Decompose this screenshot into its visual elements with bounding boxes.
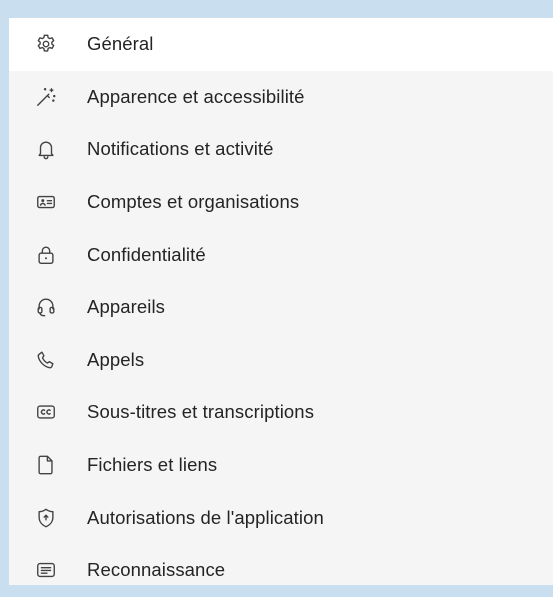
menu-item-label: Fichiers et liens	[87, 454, 218, 476]
menu-item-files[interactable]: Fichiers et liens	[9, 439, 553, 492]
settings-menu: Général Apparence et accessibilité Notif…	[9, 18, 553, 597]
menu-item-label: Confidentialité	[87, 243, 206, 265]
menu-item-label: Sous-titres et transcriptions	[87, 401, 315, 423]
menu-item-general[interactable]: Général	[9, 18, 553, 71]
recognition-card-icon	[35, 559, 57, 581]
menu-item-app-permissions[interactable]: Autorisations de l'application	[9, 491, 553, 544]
lock-icon	[35, 244, 57, 266]
menu-item-accounts[interactable]: Comptes et organisations	[9, 176, 553, 229]
menu-item-captions[interactable]: Sous-titres et transcriptions	[9, 386, 553, 439]
menu-item-label: Général	[87, 33, 154, 55]
menu-item-recognition[interactable]: Reconnaissance	[9, 544, 553, 597]
menu-item-label: Comptes et organisations	[87, 191, 300, 213]
contact-card-icon	[35, 191, 57, 213]
menu-item-label: Appels	[87, 348, 145, 370]
menu-item-label: Reconnaissance	[87, 559, 226, 581]
closed-caption-icon	[35, 401, 57, 423]
menu-item-label: Appareils	[87, 296, 166, 318]
menu-item-calls[interactable]: Appels	[9, 334, 553, 387]
shield-icon	[35, 507, 57, 529]
magic-wand-icon	[35, 86, 57, 108]
gear-icon	[35, 33, 57, 55]
menu-item-notifications[interactable]: Notifications et activité	[9, 123, 553, 176]
menu-item-privacy[interactable]: Confidentialité	[9, 228, 553, 281]
headset-icon	[35, 296, 57, 318]
menu-item-label: Apparence et accessibilité	[87, 85, 305, 107]
menu-item-devices[interactable]: Appareils	[9, 281, 553, 334]
phone-icon	[35, 349, 57, 371]
menu-item-appearance[interactable]: Apparence et accessibilité	[9, 71, 553, 124]
settings-nav-panel: Général Apparence et accessibilité Notif…	[9, 18, 553, 585]
menu-item-label: Autorisations de l'application	[87, 506, 324, 528]
menu-item-label: Notifications et activité	[87, 138, 274, 160]
bell-icon	[35, 138, 57, 160]
file-icon	[35, 454, 57, 476]
